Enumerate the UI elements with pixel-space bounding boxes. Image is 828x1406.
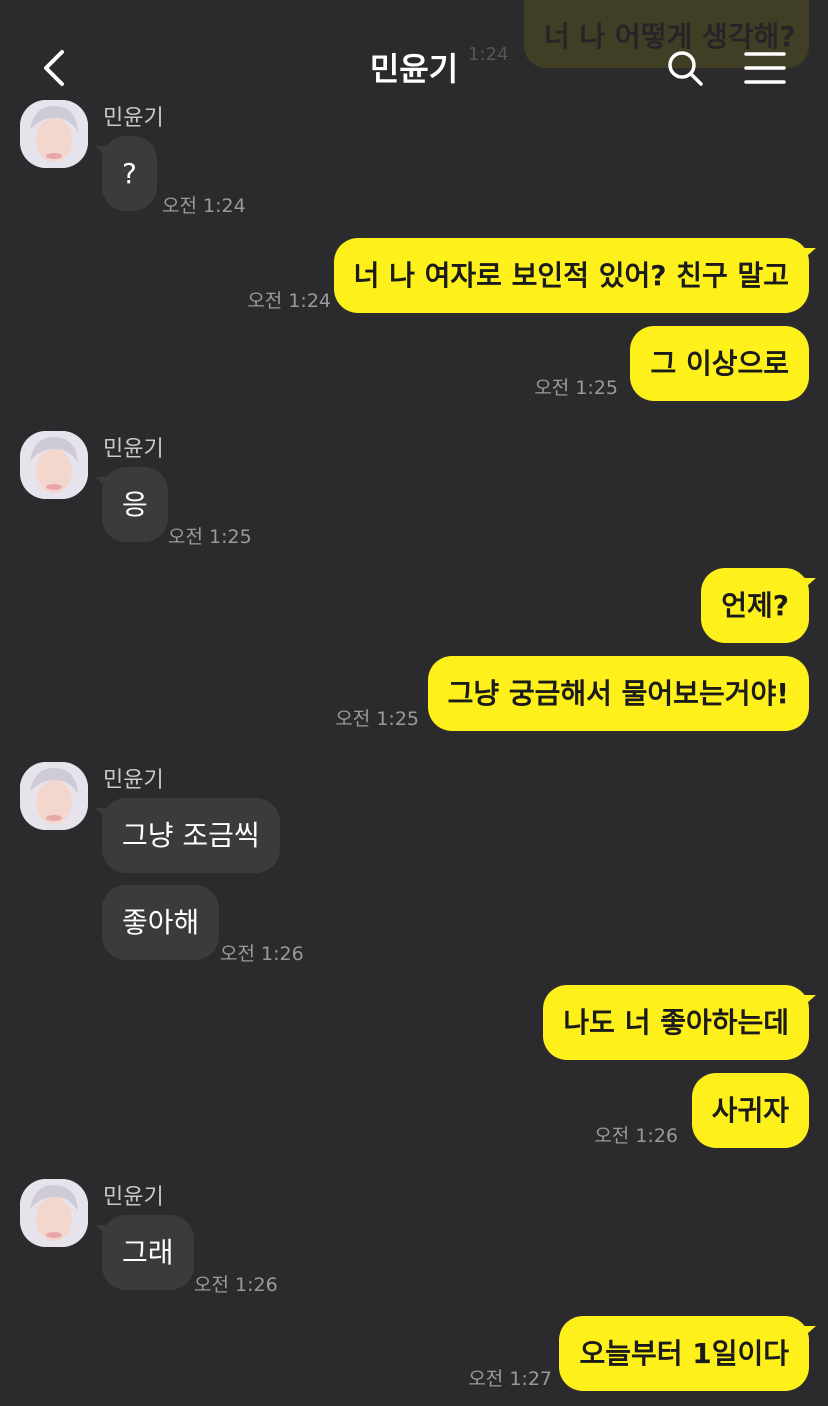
chevron-left-icon [44, 50, 64, 86]
message-time: 오전 1:25 [335, 708, 419, 730]
outgoing-message-bubble[interactable]: 너 나 여자로 보인적 있어? 친구 말고 [333, 238, 809, 313]
hamburger-menu-icon [744, 52, 786, 84]
sender-name: 민윤기 [103, 437, 164, 462]
message-time: 오전 1:26 [220, 943, 304, 965]
outgoing-message-bubble[interactable]: 오늘부터 1일이다 [559, 1316, 809, 1391]
profile-photo-icon [20, 1179, 88, 1247]
incoming-message-bubble[interactable]: 그래 [102, 1215, 194, 1290]
message-time: 오전 1:25 [534, 377, 618, 399]
message-time: 오전 1:27 [468, 1368, 552, 1390]
incoming-message-bubble[interactable]: 그냥 조금씩 [102, 798, 280, 873]
outgoing-message-bubble[interactable]: 나도 너 좋아하는데 [543, 985, 809, 1060]
message-time: 오전 1:24 [162, 195, 246, 217]
contact-avatar[interactable] [20, 1179, 88, 1247]
menu-button[interactable] [738, 40, 792, 96]
outgoing-message-bubble[interactable]: 그냥 궁금해서 물어보는거야! [427, 656, 809, 731]
outgoing-message-bubble[interactable]: 언제? [701, 568, 809, 643]
message-time: 오전 1:26 [594, 1125, 678, 1147]
incoming-message-bubble[interactable]: ? [102, 136, 157, 211]
message-time: 오전 1:25 [168, 526, 252, 548]
message-time: 오전 1:24 [247, 290, 331, 312]
contact-avatar[interactable] [20, 431, 88, 499]
search-icon [668, 51, 703, 86]
profile-photo-icon [20, 762, 88, 830]
back-button[interactable] [30, 40, 80, 96]
sender-name: 민윤기 [103, 1185, 164, 1210]
profile-photo-icon [20, 431, 88, 499]
outgoing-message-bubble[interactable]: 사귀자 [691, 1073, 809, 1148]
chat-header: 민윤기 [0, 0, 828, 130]
incoming-message-bubble[interactable]: 좋아해 [102, 885, 220, 960]
outgoing-message-bubble[interactable]: 그 이상으로 [630, 326, 809, 401]
contact-avatar[interactable] [20, 762, 88, 830]
sender-name: 민윤기 [103, 768, 164, 793]
message-time: 오전 1:26 [194, 1274, 278, 1296]
search-button[interactable] [660, 40, 710, 96]
incoming-message-bubble[interactable]: 응 [102, 467, 168, 542]
